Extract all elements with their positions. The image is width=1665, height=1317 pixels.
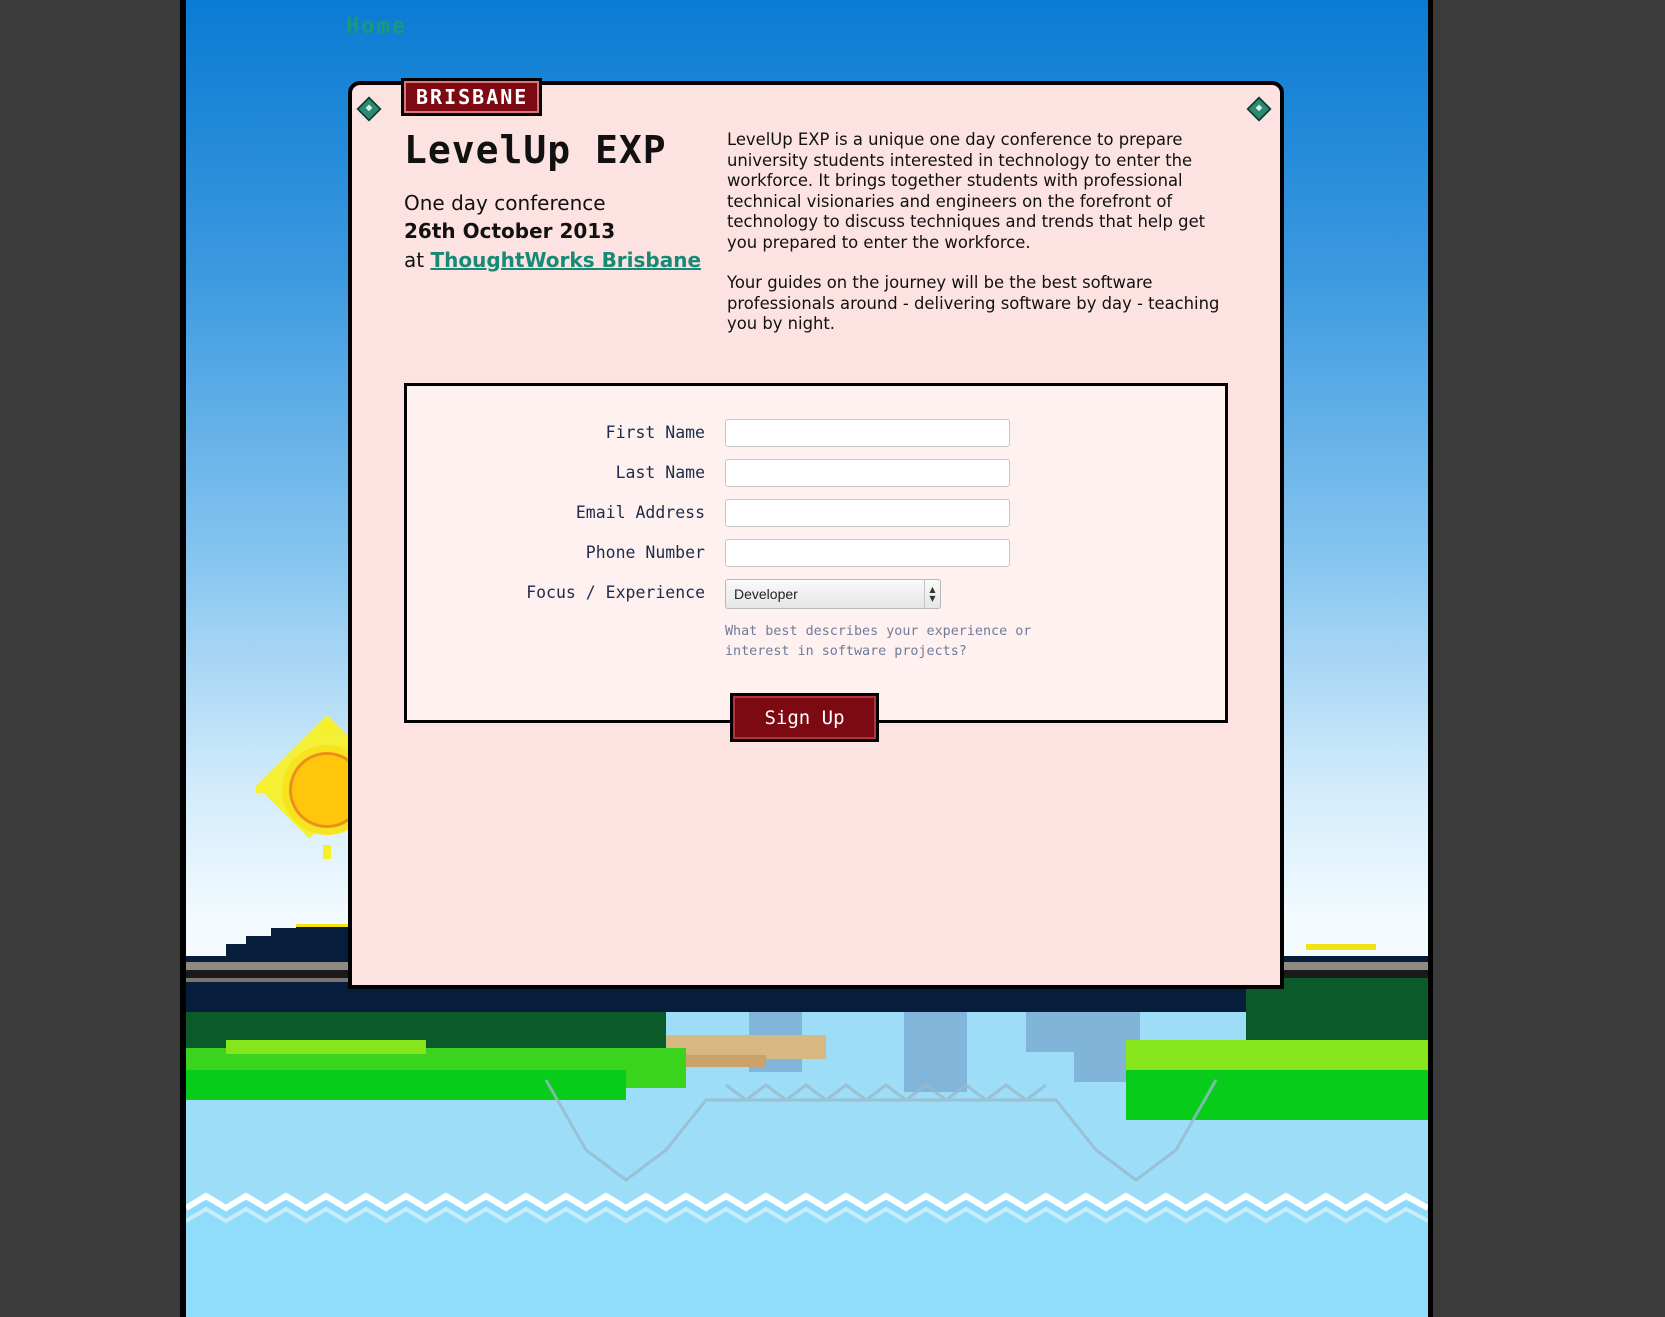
event-subtitle: One day conference	[404, 191, 606, 215]
description-paragraph: Your guides on the journey will be the b…	[727, 273, 1220, 333]
select-arrows-icon: ▲ ▼	[924, 580, 940, 608]
event-description: LevelUp EXP is a unique one day conferen…	[727, 130, 1227, 355]
first-name-field[interactable]	[725, 419, 1010, 447]
signup-form: First Name Last Name Email Address Phone…	[404, 383, 1228, 723]
email-label: Email Address	[575, 503, 705, 522]
city-tag: BRISBANE	[401, 78, 543, 116]
description-paragraph: LevelUp EXP is a unique one day conferen…	[727, 130, 1206, 252]
last-name-label: Last Name	[615, 463, 705, 482]
page-stage: Home BRISBANE LevelUp EXP One day confer…	[186, 0, 1428, 1317]
event-venue: at ThoughtWorks Brisbane	[404, 248, 701, 272]
event-date: 26th October 2013	[404, 219, 616, 243]
page-title: LevelUp EXP	[404, 128, 667, 172]
last-name-field[interactable]	[725, 459, 1010, 487]
focus-label: Focus / Experience	[526, 583, 705, 602]
sign-up-button[interactable]: Sign Up	[730, 693, 879, 742]
venue-prefix: at	[404, 248, 425, 272]
first-name-label: First Name	[605, 423, 705, 442]
wave-band	[186, 1192, 1428, 1317]
focus-select[interactable]: Developer ▲ ▼	[725, 579, 941, 609]
venue-link[interactable]: ThoughtWorks Brisbane	[430, 248, 701, 272]
focus-hint: What best describes your experience or i…	[725, 624, 1032, 659]
phone-label: Phone Number	[585, 543, 705, 562]
riverbank-left	[186, 1012, 686, 1100]
phone-field[interactable]	[725, 539, 1010, 567]
focus-selected-value: Developer	[734, 586, 798, 602]
email-field[interactable]	[725, 499, 1010, 527]
